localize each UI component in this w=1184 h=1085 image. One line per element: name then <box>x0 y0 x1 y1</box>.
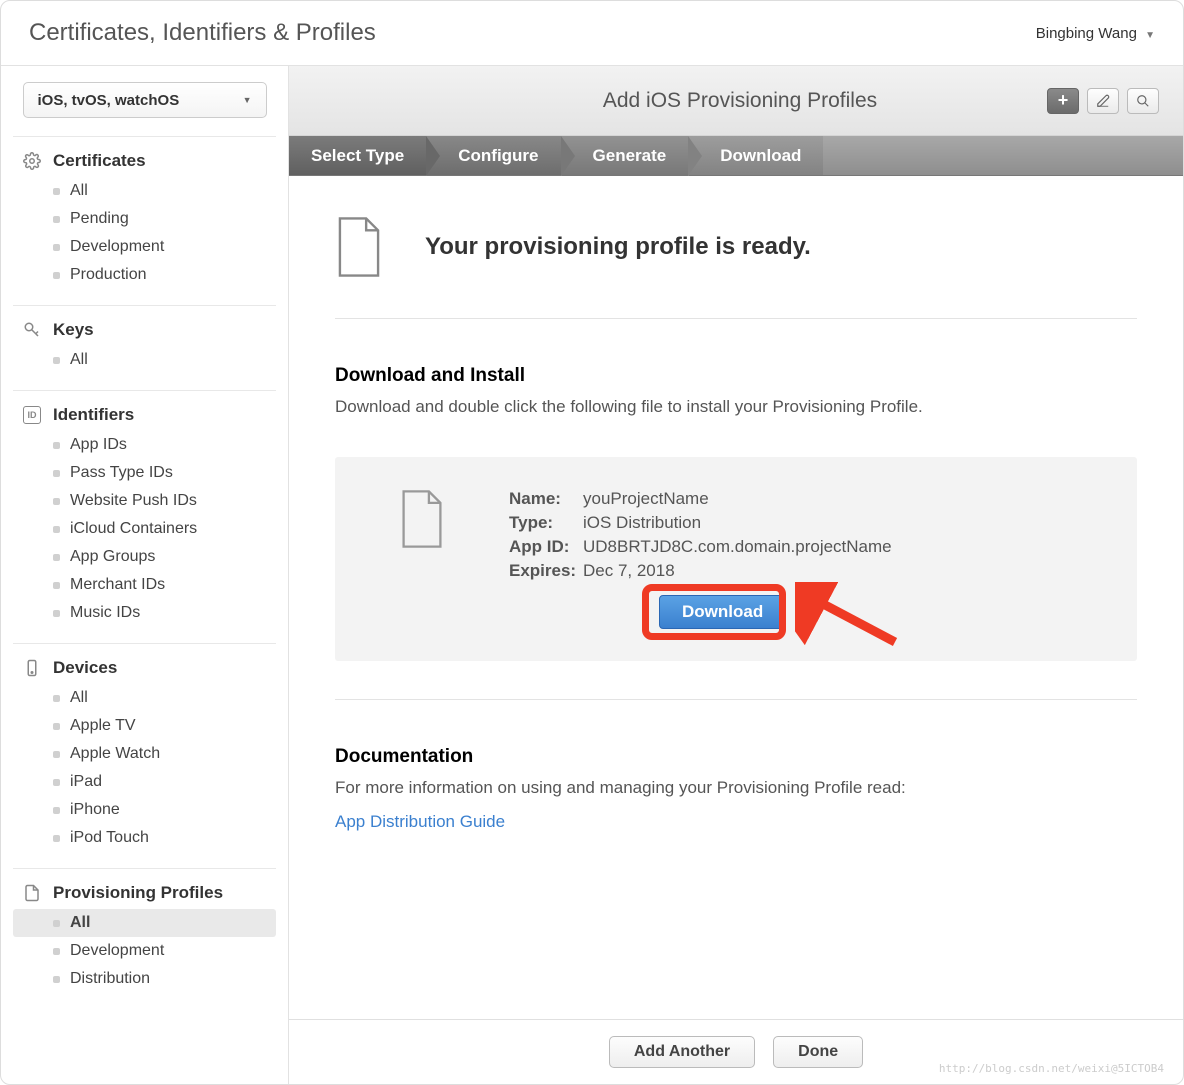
documentation-desc: For more information on using and managi… <box>335 778 1137 798</box>
page-title: Certificates, Identifiers & Profiles <box>29 19 376 47</box>
section-title: Identifiers <box>53 405 134 425</box>
name-value: youProjectName <box>583 489 892 509</box>
sidebar-item-iphone[interactable]: iPhone <box>13 796 276 824</box>
sidebar-item-icloud-containers[interactable]: iCloud Containers <box>13 515 276 543</box>
sidebar-item-apple-watch[interactable]: Apple Watch <box>13 740 276 768</box>
search-button[interactable] <box>1127 88 1159 114</box>
sidebar-item-ipad[interactable]: iPad <box>13 768 276 796</box>
document-icon <box>399 489 445 549</box>
main-title: Add iOS Provisioning Profiles <box>433 89 1047 113</box>
expires-value: Dec 7, 2018 <box>583 561 892 581</box>
wizard-step-configure[interactable]: Configure <box>426 136 560 175</box>
download-button[interactable]: Download <box>659 595 786 629</box>
section-identifiers[interactable]: ID Identifiers <box>13 399 276 431</box>
search-icon <box>1136 94 1150 108</box>
sidebar-item-pass-type-ids[interactable]: Pass Type IDs <box>13 459 276 487</box>
download-install-desc: Download and double click the following … <box>335 397 1137 417</box>
gear-icon <box>23 152 41 170</box>
sidebar-item-profiles-distribution[interactable]: Distribution <box>13 965 276 993</box>
section-title: Certificates <box>53 151 146 171</box>
sidebar-item-devices-all[interactable]: All <box>13 684 276 712</box>
watermark: http://blog.csdn.net/weixi@5ICTOB4 <box>939 1062 1164 1075</box>
wizard-step-generate[interactable]: Generate <box>561 136 689 175</box>
section-title: Devices <box>53 658 117 678</box>
ready-message: Your provisioning profile is ready. <box>425 233 811 261</box>
device-icon <box>23 659 41 677</box>
wizard-steps: Select Type Configure Generate Download <box>289 136 1183 176</box>
sidebar-item-merchant-ids[interactable]: Merchant IDs <box>13 571 276 599</box>
section-title: Keys <box>53 320 94 340</box>
sidebar-item-certificates-production[interactable]: Production <box>13 261 276 289</box>
add-button[interactable]: + <box>1047 88 1079 114</box>
main-content: Add iOS Provisioning Profiles + Select T… <box>289 66 1183 1084</box>
sidebar-item-certificates-all[interactable]: All <box>13 177 276 205</box>
user-menu[interactable]: Bingbing Wang ▼ <box>1036 25 1155 42</box>
add-another-button[interactable]: Add Another <box>609 1036 755 1068</box>
section-devices[interactable]: Devices <box>13 652 276 684</box>
id-icon: ID <box>23 406 41 424</box>
sidebar-item-app-ids[interactable]: App IDs <box>13 431 276 459</box>
section-provisioning-profiles[interactable]: Provisioning Profiles <box>13 877 276 909</box>
document-icon <box>335 216 383 278</box>
sidebar-item-ipod-touch[interactable]: iPod Touch <box>13 824 276 852</box>
sidebar-item-apple-tv[interactable]: Apple TV <box>13 712 276 740</box>
sidebar-item-keys-all[interactable]: All <box>13 346 276 374</box>
platform-label: iOS, tvOS, watchOS <box>38 92 180 109</box>
page-header: Certificates, Identifiers & Profiles Bin… <box>1 1 1183 66</box>
appid-label: App ID: <box>509 537 579 557</box>
sidebar-item-profiles-development[interactable]: Development <box>13 937 276 965</box>
platform-select[interactable]: iOS, tvOS, watchOS ▼ <box>23 82 267 118</box>
wizard-step-select-type[interactable]: Select Type <box>289 136 426 175</box>
download-install-title: Download and Install <box>335 365 1137 387</box>
done-button[interactable]: Done <box>773 1036 863 1068</box>
sidebar-item-app-groups[interactable]: App Groups <box>13 543 276 571</box>
wizard-step-download[interactable]: Download <box>688 136 823 175</box>
edit-icon <box>1096 94 1110 108</box>
app-distribution-guide-link[interactable]: App Distribution Guide <box>335 812 505 832</box>
section-certificates[interactable]: Certificates <box>13 145 276 177</box>
sidebar-item-profiles-all[interactable]: All <box>13 909 276 937</box>
type-value: iOS Distribution <box>583 513 892 533</box>
profile-card: Name: youProjectName Type: iOS Distribut… <box>335 457 1137 661</box>
documentation-title: Documentation <box>335 746 1137 768</box>
name-label: Name: <box>509 489 579 509</box>
section-title: Provisioning Profiles <box>53 883 223 903</box>
sidebar-item-certificates-pending[interactable]: Pending <box>13 205 276 233</box>
edit-button[interactable] <box>1087 88 1119 114</box>
sidebar-item-website-push-ids[interactable]: Website Push IDs <box>13 487 276 515</box>
type-label: Type: <box>509 513 579 533</box>
key-icon <box>23 321 41 339</box>
sidebar-item-certificates-development[interactable]: Development <box>13 233 276 261</box>
section-keys[interactable]: Keys <box>13 314 276 346</box>
caret-down-icon: ▼ <box>1145 30 1155 41</box>
sidebar: iOS, tvOS, watchOS ▼ Certificates All Pe… <box>1 66 289 1084</box>
sidebar-item-music-ids[interactable]: Music IDs <box>13 599 276 627</box>
expires-label: Expires: <box>509 561 579 581</box>
appid-value: UD8BRTJD8C.com.domain.projectName <box>583 537 892 557</box>
dropdown-triangle-icon: ▼ <box>243 95 252 105</box>
user-name: Bingbing Wang <box>1036 25 1137 42</box>
file-icon <box>23 884 41 902</box>
